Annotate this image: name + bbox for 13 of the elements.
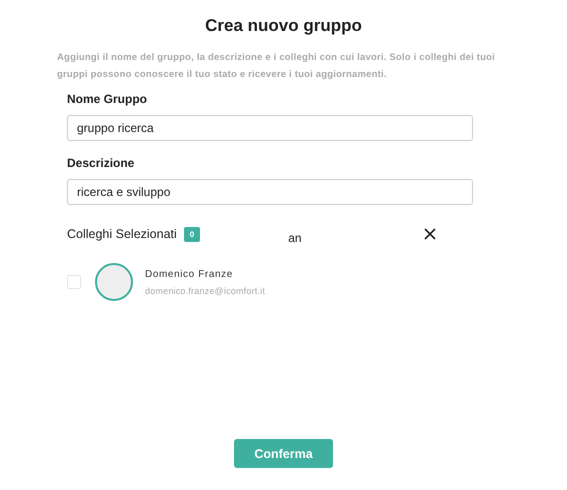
count-badge: 0: [184, 226, 200, 242]
avatar: [95, 263, 133, 301]
section-label: Colleghi Selezionati: [67, 227, 177, 241]
text-field[interactable]: gruppo ricerca: [67, 115, 473, 141]
checkbox[interactable]: [67, 275, 81, 289]
text-field[interactable]: ricerca e sviluppo: [67, 179, 473, 205]
field-label: Descrizione: [67, 156, 134, 170]
field-label: Nome Gruppo: [67, 92, 147, 106]
dialog-title: Crea nuovo gruppo: [204, 16, 363, 36]
description-text: Aggiungi il nome del gruppo, la descrizione e i colleghi con cui lavori. Solo i colleghi dei tuoi gruppi possono conoscere il tuo stato e ricevere i tuoi aggiornamenti.: [57, 51, 496, 82]
close-icon[interactable]: [424, 228, 436, 240]
contact-email: domenico.franze@icomfort.it: [145, 286, 266, 296]
contact-name: Domenico Franze: [145, 268, 234, 280]
